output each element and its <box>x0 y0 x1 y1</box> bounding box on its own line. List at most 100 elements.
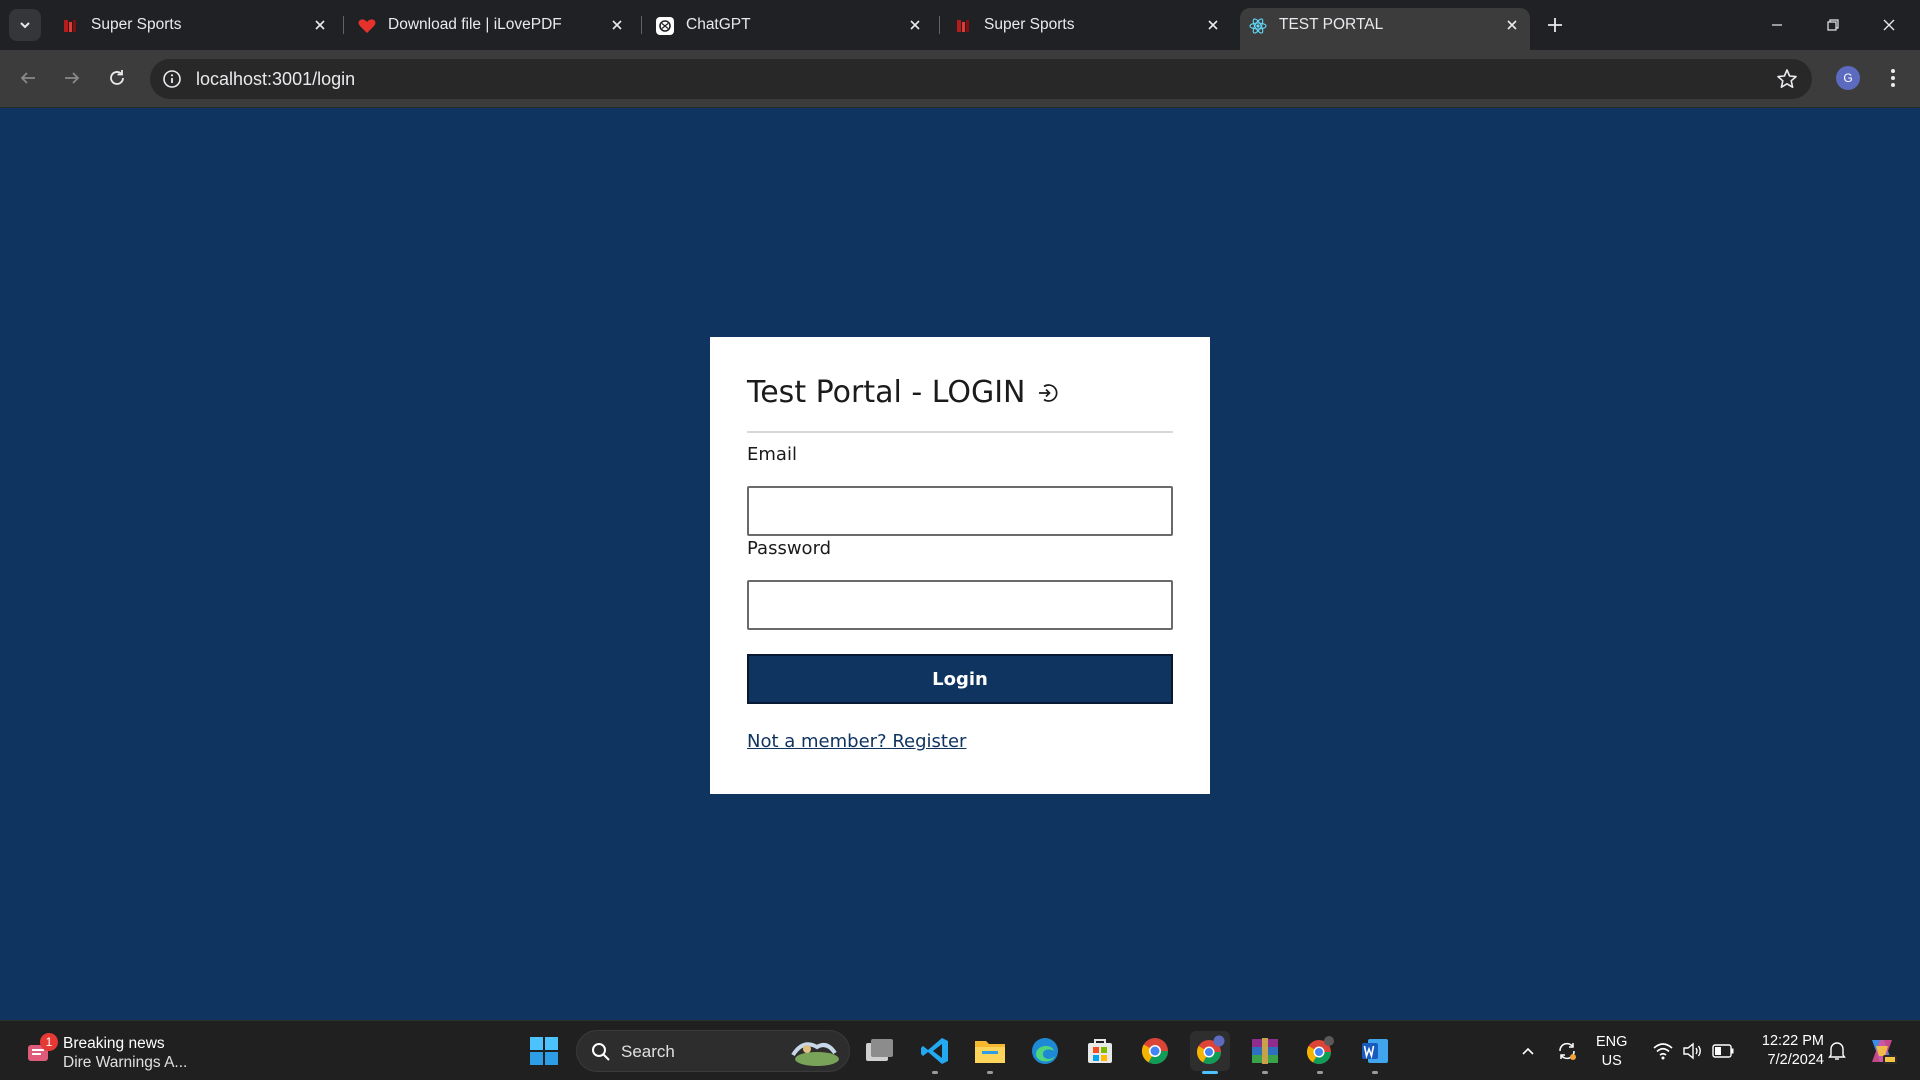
taskbar-clock[interactable]: 12:22 PM 7/2/2024 <box>1750 1032 1824 1070</box>
input-language-indicator[interactable]: ENG US <box>1596 1033 1627 1071</box>
url-text[interactable]: localhost:3001/login <box>196 69 355 90</box>
site-info-icon[interactable] <box>162 69 182 89</box>
close-icon[interactable] <box>1203 15 1223 35</box>
email-label: Email <box>747 444 797 465</box>
speaker-icon <box>1683 1042 1701 1060</box>
tab-super-sports-1[interactable]: Super Sports <box>52 8 338 42</box>
winrar-taskbar-button[interactable] <box>1245 1031 1285 1074</box>
winrar-icon <box>1252 1038 1278 1064</box>
tab-search-button[interactable] <box>9 9 41 41</box>
start-button[interactable] <box>524 1031 564 1071</box>
bookmark-star-icon[interactable] <box>1776 68 1798 90</box>
chevron-up-icon <box>1522 1047 1534 1055</box>
edge-taskbar-button[interactable] <box>1025 1031 1065 1071</box>
task-view-button[interactable] <box>860 1031 900 1071</box>
close-window-button[interactable] <box>1862 0 1916 50</box>
chrome-secondary-taskbar-button[interactable] <box>1300 1031 1340 1074</box>
search-highlight-icon <box>791 1042 839 1066</box>
notifications-button[interactable] <box>1822 1031 1852 1071</box>
tab-test-portal[interactable]: TEST PORTAL <box>1240 8 1530 50</box>
close-icon[interactable] <box>1502 15 1522 35</box>
running-indicator <box>987 1071 993 1074</box>
minimize-button[interactable] <box>1750 0 1804 50</box>
news-title: Breaking news <box>63 1035 165 1052</box>
microsoft-store-taskbar-button[interactable] <box>1080 1031 1120 1071</box>
tab-title: Super Sports <box>984 16 1075 33</box>
chatgpt-icon <box>656 17 674 35</box>
react-icon <box>1249 17 1267 35</box>
region-code: US <box>1601 1053 1622 1069</box>
login-button[interactable]: Login <box>747 654 1173 704</box>
back-button[interactable] <box>13 63 43 93</box>
plus-icon <box>1548 18 1562 32</box>
page-content: Test Portal - LOGIN Email Password Login… <box>0 108 1920 1020</box>
chrome-taskbar-button[interactable] <box>1135 1031 1175 1071</box>
arrow-right-icon <box>65 72 80 84</box>
forward-button[interactable] <box>57 63 87 93</box>
news-badge: 1 <box>40 1033 58 1051</box>
language-code: ENG <box>1596 1034 1628 1050</box>
edge-icon <box>1032 1038 1058 1064</box>
password-field[interactable] <box>747 580 1173 630</box>
sign-in-icon <box>1036 382 1058 404</box>
super-sports-favicon-icon <box>61 17 79 35</box>
volume-tray-button[interactable] <box>1678 1031 1708 1071</box>
arrow-left-icon <box>20 72 35 84</box>
windows-logo-icon <box>530 1037 558 1065</box>
file-explorer-taskbar-button[interactable] <box>970 1031 1010 1074</box>
title-divider <box>747 431 1173 433</box>
tab-ilovepdf[interactable]: Download file | iLovePDF <box>349 8 635 42</box>
restore-button[interactable] <box>1806 0 1860 50</box>
browser-tab-strip: Super Sports Download file | iLovePDF Ch… <box>0 0 1920 50</box>
vscode-icon <box>921 1038 948 1064</box>
password-label: Password <box>747 538 832 559</box>
reload-button[interactable] <box>102 63 132 93</box>
minimize-icon <box>1772 24 1782 26</box>
bell-icon <box>1828 1042 1846 1060</box>
tab-title: ChatGPT <box>686 16 751 33</box>
tab-separator <box>641 16 642 34</box>
close-icon[interactable] <box>905 15 925 35</box>
copilot-button[interactable] <box>1862 1031 1902 1071</box>
close-icon[interactable] <box>607 15 627 35</box>
more-vertical-icon <box>1891 69 1895 87</box>
battery-tray-button[interactable] <box>1708 1031 1738 1071</box>
chrome-icon <box>1141 1038 1169 1065</box>
chrome-profile-taskbar-button[interactable] <box>1190 1031 1230 1074</box>
new-tab-button[interactable] <box>1542 12 1568 38</box>
login-card: Test Portal - LOGIN Email Password Login… <box>710 337 1210 794</box>
news-subtitle: Dire Warnings A... <box>63 1054 188 1071</box>
clock-time: 12:22 PM <box>1761 1033 1824 1049</box>
profile-avatar[interactable]: G <box>1836 66 1860 90</box>
running-indicator <box>932 1071 938 1074</box>
restore-icon <box>1827 19 1839 31</box>
sync-icon <box>1559 1042 1576 1060</box>
super-sports-favicon-icon <box>954 17 972 35</box>
browser-menu-button[interactable] <box>1881 64 1905 92</box>
windows-taskbar: 1 Breaking news Dire Warnings A... Searc… <box>0 1020 1920 1080</box>
running-indicator <box>1372 1071 1378 1074</box>
close-icon[interactable] <box>310 15 330 35</box>
taskbar-search[interactable]: Search <box>576 1030 850 1072</box>
tab-title: Super Sports <box>91 16 182 33</box>
wifi-tray-button[interactable] <box>1648 1031 1678 1071</box>
address-bar[interactable]: localhost:3001/login <box>150 59 1812 99</box>
wifi-icon <box>1653 1043 1673 1060</box>
login-title-text: Test Portal - LOGIN <box>747 375 1026 410</box>
sync-tray-button[interactable] <box>1552 1031 1582 1071</box>
active-indicator <box>1202 1071 1218 1074</box>
register-link[interactable]: Not a member? Register <box>747 731 966 752</box>
tab-super-sports-2[interactable]: Super Sports <box>945 8 1231 42</box>
word-taskbar-button[interactable] <box>1355 1031 1395 1074</box>
show-hidden-icons-button[interactable] <box>1516 1031 1540 1071</box>
battery-icon <box>1712 1044 1734 1058</box>
vscode-taskbar-button[interactable] <box>915 1031 955 1074</box>
clock-date: 7/2/2024 <box>1767 1052 1824 1068</box>
ilovepdf-heart-icon <box>358 17 376 35</box>
running-indicator <box>1317 1071 1323 1074</box>
running-indicator <box>1262 1071 1268 1074</box>
tab-chatgpt[interactable]: ChatGPT <box>647 8 933 42</box>
store-icon <box>1088 1039 1112 1063</box>
tab-separator <box>939 16 940 34</box>
email-field[interactable] <box>747 486 1173 536</box>
